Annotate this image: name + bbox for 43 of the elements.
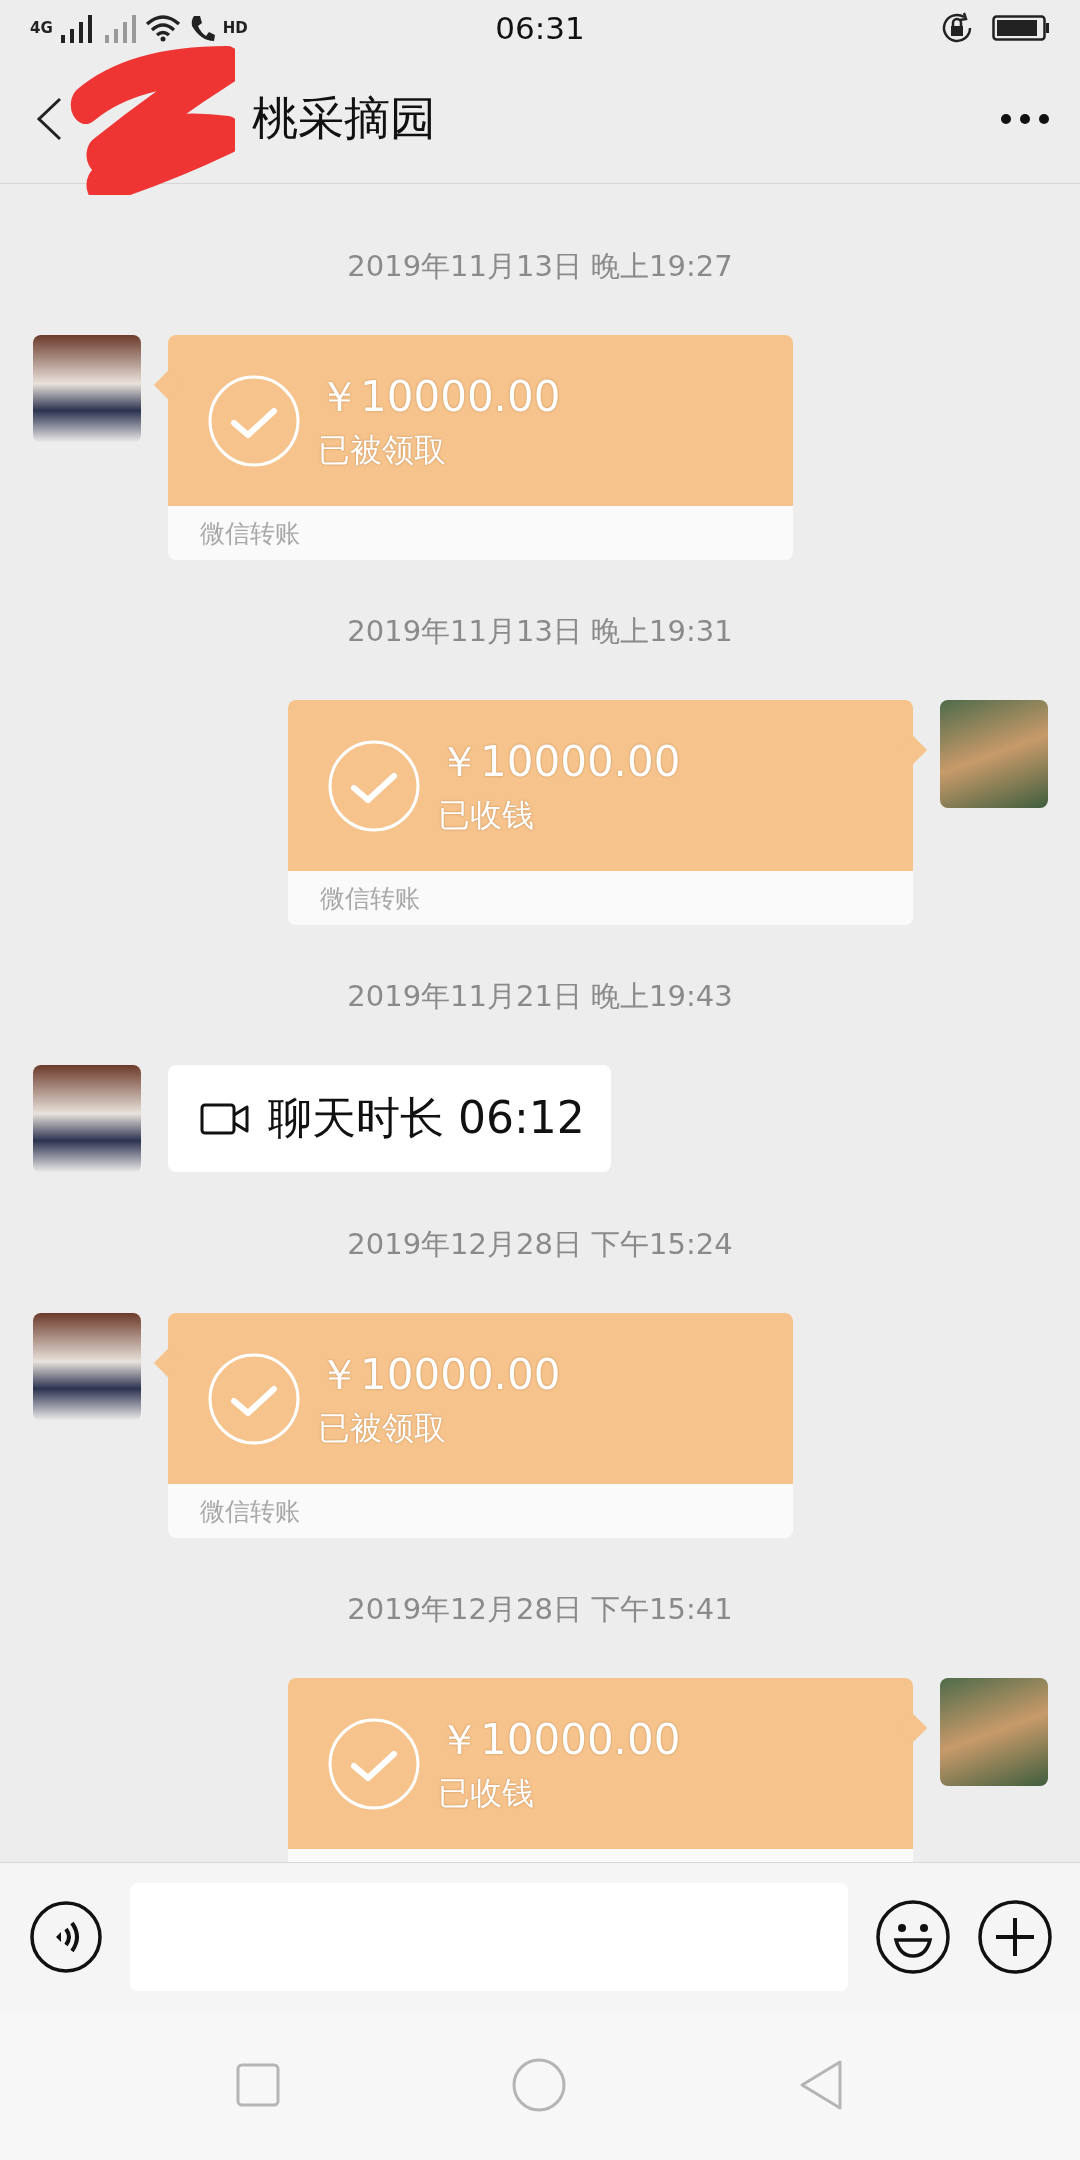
- transfer-card[interactable]: ￥10000.00 已收钱 微信转账: [288, 700, 913, 925]
- transfer-amount: ￥10000.00: [438, 1713, 681, 1766]
- check-circle-icon: [208, 374, 300, 467]
- transfer-status: 已被领取: [318, 1407, 447, 1449]
- back-icon[interactable]: [36, 97, 62, 141]
- plus-icon[interactable]: [978, 1899, 1052, 1974]
- signal-icon: [60, 12, 137, 43]
- transfer-card[interactable]: ￥10000.00 已收钱: [288, 1678, 913, 1862]
- more-icon[interactable]: [1000, 113, 1050, 125]
- check-circle-icon: [328, 1717, 420, 1810]
- transfer-status: 已收钱: [438, 1772, 535, 1814]
- avatar-photo-placeholder[interactable]: [33, 335, 141, 443]
- timestamp: 2019年12月28日 下午15:41: [347, 1591, 733, 1628]
- chat-title: 桃采摘园: [252, 90, 437, 147]
- timestamp: 2019年12月28日 下午15:24: [347, 1226, 733, 1263]
- timestamp: 2019年11月13日 晚上19:31: [347, 613, 733, 650]
- transfer-label: 微信转账: [320, 882, 420, 915]
- voice-icon[interactable]: [30, 1900, 102, 1973]
- transfer-amount: ￥10000.00: [318, 1348, 561, 1401]
- call-bubble[interactable]: 聊天时长 06:12: [168, 1065, 611, 1172]
- transfer-card[interactable]: ￥10000.00 已被领取 微信转账: [168, 335, 793, 560]
- timestamp: 2019年11月21日 晚上19:43: [347, 978, 733, 1015]
- network-label: 4G: [30, 18, 53, 37]
- transfer-amount: ￥10000.00: [318, 370, 561, 423]
- check-circle-icon: [208, 1352, 300, 1445]
- battery-icon: [992, 14, 1050, 41]
- wifi-icon: [144, 13, 181, 42]
- check-circle-icon: [328, 739, 420, 832]
- avatar-photo-placeholder[interactable]: [33, 1313, 141, 1421]
- transfer-status: 已被领取: [318, 429, 447, 471]
- transfer-amount: ￥10000.00: [438, 735, 681, 788]
- timestamp: 2019年11月13日 晚上19:27: [347, 248, 733, 285]
- transfer-label: 微信转账: [200, 517, 300, 550]
- transfer-label: 微信转账: [200, 1495, 300, 1528]
- emoji-icon[interactable]: [876, 1899, 950, 1974]
- call-label: HD: [222, 18, 248, 37]
- status-time: 06:31: [495, 9, 585, 46]
- video-camera-icon: [200, 1102, 250, 1135]
- avatar-photo-placeholder[interactable]: [33, 1065, 141, 1173]
- transfer-card[interactable]: ￥10000.00 已被领取 微信转账: [168, 1313, 793, 1538]
- call-duration: 聊天时长 06:12: [268, 1091, 585, 1145]
- transfer-status: 已收钱: [438, 794, 535, 836]
- rotation-lock-icon: [940, 10, 974, 45]
